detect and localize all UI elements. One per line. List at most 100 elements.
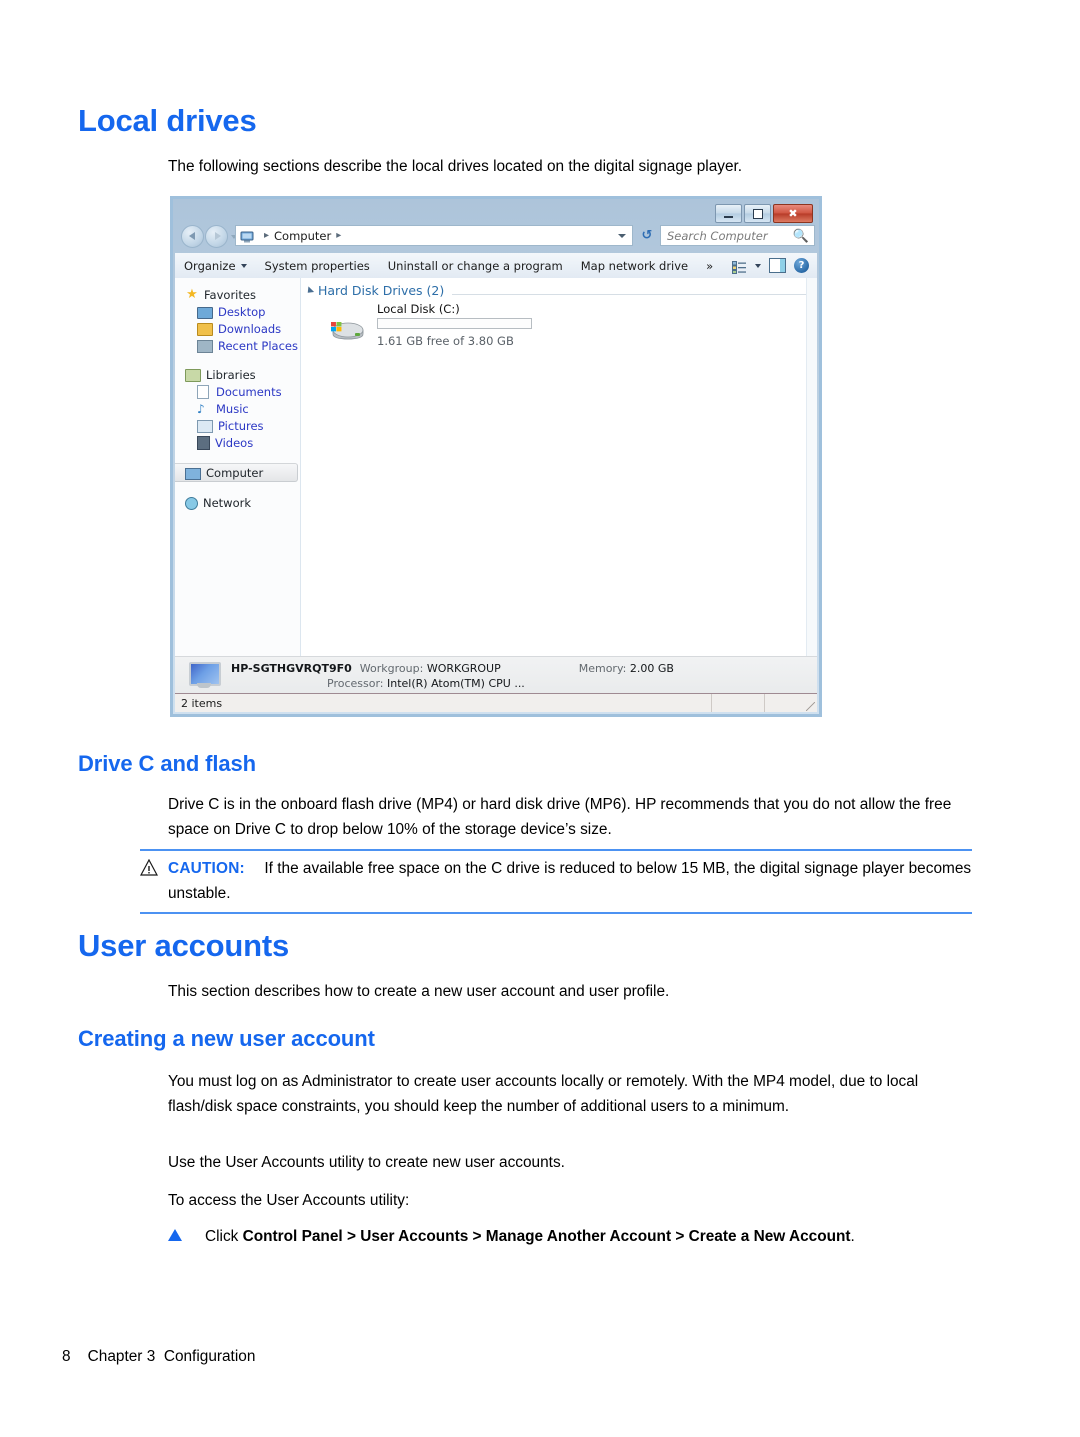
breadcrumb-separator-2[interactable]: ▸: [331, 230, 346, 241]
search-placeholder: Search Computer: [667, 228, 768, 243]
group-header-rule: [452, 294, 811, 295]
nav-group-favorites[interactable]: ★ Favorites: [175, 286, 300, 303]
computer-monitor-icon: [185, 661, 223, 691]
drive-free-space-label: 1.61 GB free of 3.80 GB: [377, 334, 514, 348]
breadcrumb-separator-1: ▸: [264, 230, 270, 241]
footer-page-number: 8: [62, 1348, 71, 1365]
address-bar[interactable]: ▸ Computer ▸: [235, 225, 633, 246]
workgroup-value: WORKGROUP: [426, 661, 501, 675]
navigation-pane: ★ Favorites Desktop Downloads Recent Pla…: [175, 278, 301, 656]
refresh-icon[interactable]: ↺: [638, 226, 656, 245]
nav-group-favorites-label: Favorites: [204, 287, 256, 302]
command-map-network-drive-label: Map network drive: [580, 258, 689, 273]
sidebar-item-music-label: Music: [216, 401, 249, 416]
sidebar-item-recent-places[interactable]: Recent Places: [175, 337, 300, 354]
command-system-properties-label: System properties: [264, 258, 370, 273]
nav-group-libraries-label: Libraries: [206, 367, 256, 382]
sidebar-item-music[interactable]: ♪ Music: [175, 400, 300, 417]
command-uninstall-or-change-a-program[interactable]: Uninstall or change a program: [379, 259, 572, 273]
sidebar-item-computer-label: Computer: [206, 465, 264, 480]
paragraph-local-drives-intro: The following sections describe the loca…: [168, 158, 743, 175]
preview-pane-icon[interactable]: [769, 258, 786, 273]
music-icon: ♪: [197, 401, 205, 416]
paragraph-use-utility: Use the User Accounts utility to create …: [168, 1154, 565, 1171]
page-title-local-drives: Local drives: [78, 103, 257, 138]
machine-name: HP-SGTHGVRQT9F0: [231, 661, 352, 675]
status-item-count: 2 items: [181, 696, 223, 710]
details-row-2: Processor: Intel(R) Atom(TM) CPU ...: [231, 676, 674, 691]
sidebar-item-pictures[interactable]: Pictures: [175, 417, 300, 434]
sidebar-item-documents[interactable]: Documents: [175, 383, 300, 400]
navigation-buttons: [181, 225, 237, 248]
caution-body: CAUTION: If the available free space on …: [140, 856, 972, 906]
footer-gap-1: [71, 1348, 88, 1365]
details-text: HP-SGTHGVRQT9F0 Workgroup: WORKGROUP Mem…: [231, 661, 674, 691]
maximize-icon: [752, 208, 763, 219]
hard-drive-windows-icon: [329, 318, 365, 342]
command-overflow-label: »: [706, 258, 714, 273]
help-icon[interactable]: ?: [794, 258, 809, 273]
monitor-screen: [189, 661, 221, 686]
nav-group-libraries[interactable]: Libraries: [175, 366, 300, 383]
group-header-hard-disk-drives[interactable]: Hard Disk Drives (2): [301, 278, 817, 298]
forward-button[interactable]: [205, 225, 228, 248]
footer-gap-2: [155, 1348, 164, 1365]
footer-chapter: Chapter 3: [87, 1348, 156, 1365]
back-button[interactable]: [181, 225, 204, 248]
sidebar-item-computer[interactable]: Computer: [175, 463, 298, 482]
nav-spacer-1: [175, 354, 300, 366]
sidebar-item-videos[interactable]: Videos: [175, 434, 300, 451]
warning-triangle-icon: [140, 858, 158, 876]
paragraph-user-accounts: This section describes how to create a n…: [168, 983, 670, 1000]
resize-grip-icon[interactable]: [806, 702, 815, 711]
nav-spacer-2: [175, 451, 300, 463]
processor-value: Intel(R) Atom(TM) CPU ...: [387, 676, 525, 690]
status-bar: 2 items: [175, 693, 817, 712]
close-icon: ✖: [788, 207, 798, 220]
recent-places-icon: [197, 340, 213, 353]
chevron-collapse-icon[interactable]: [304, 285, 315, 296]
view-chevron-down-icon[interactable]: [755, 263, 761, 268]
command-organize-label: Organize: [184, 258, 236, 273]
file-list-scrollbar[interactable]: [806, 278, 817, 656]
sidebar-item-recent-places-label: Recent Places: [218, 338, 298, 353]
drive-name-label: Local Disk (C:): [377, 302, 460, 316]
command-bar-right-group: ?: [732, 253, 813, 278]
procedure-step-text: Click Control Panel > User Accounts > Ma…: [168, 1224, 855, 1249]
details-row-1: HP-SGTHGVRQT9F0 Workgroup: WORKGROUP Mem…: [231, 661, 674, 676]
explorer-titlebar: ✖: [173, 199, 819, 223]
heading-creating-a-new-user-account: Creating a new user account: [78, 1026, 375, 1051]
close-button[interactable]: ✖: [773, 204, 813, 223]
network-icon: [185, 497, 198, 510]
computer-icon: [185, 467, 201, 480]
status-bar-cells: [711, 694, 817, 712]
group-header-label: Hard Disk Drives (2): [318, 283, 445, 298]
chevron-down-icon: [240, 263, 247, 268]
explorer-command-bar: Organize System properties Uninstall or …: [175, 253, 817, 279]
document-page: Local drives The following sections desc…: [0, 0, 1080, 1437]
processor-label: Processor:: [327, 676, 384, 690]
windows-explorer-screenshot: ✖ ▸ Computer ▸ ↺ Search Computer 🔍 Organ…: [170, 196, 822, 717]
command-system-properties[interactable]: System properties: [256, 259, 379, 273]
paragraph-administrator: You must log on as Administrator to crea…: [168, 1073, 919, 1115]
memory-label: Memory:: [578, 661, 627, 675]
minimize-button[interactable]: [715, 204, 742, 223]
memory-value: 2.00 GB: [629, 661, 674, 675]
sidebar-item-desktop[interactable]: Desktop: [175, 303, 300, 320]
libraries-icon: [185, 369, 201, 382]
sidebar-item-network-label: Network: [203, 495, 252, 510]
search-input[interactable]: Search Computer 🔍: [660, 225, 815, 246]
sidebar-item-network[interactable]: Network: [175, 494, 300, 511]
drive-item-local-disk-c[interactable]: Local Disk (C:) 1.61 GB free of 3.80 GB: [329, 302, 559, 356]
command-map-network-drive[interactable]: Map network drive: [572, 259, 697, 273]
maximize-button[interactable]: [744, 204, 771, 223]
command-overflow[interactable]: »: [697, 259, 722, 273]
change-view-icon[interactable]: [732, 259, 747, 274]
sidebar-item-downloads[interactable]: Downloads: [175, 320, 300, 337]
command-organize[interactable]: Organize: [175, 259, 256, 273]
breadcrumb-computer[interactable]: Computer: [274, 229, 331, 243]
sidebar-item-downloads-label: Downloads: [218, 321, 282, 336]
footer-chapter-title: Configuration: [163, 1348, 256, 1365]
address-dropdown-icon[interactable]: [618, 234, 626, 238]
file-list-pane[interactable]: Hard Disk Drives (2) Local Disk (C:) 1.6…: [301, 278, 817, 656]
